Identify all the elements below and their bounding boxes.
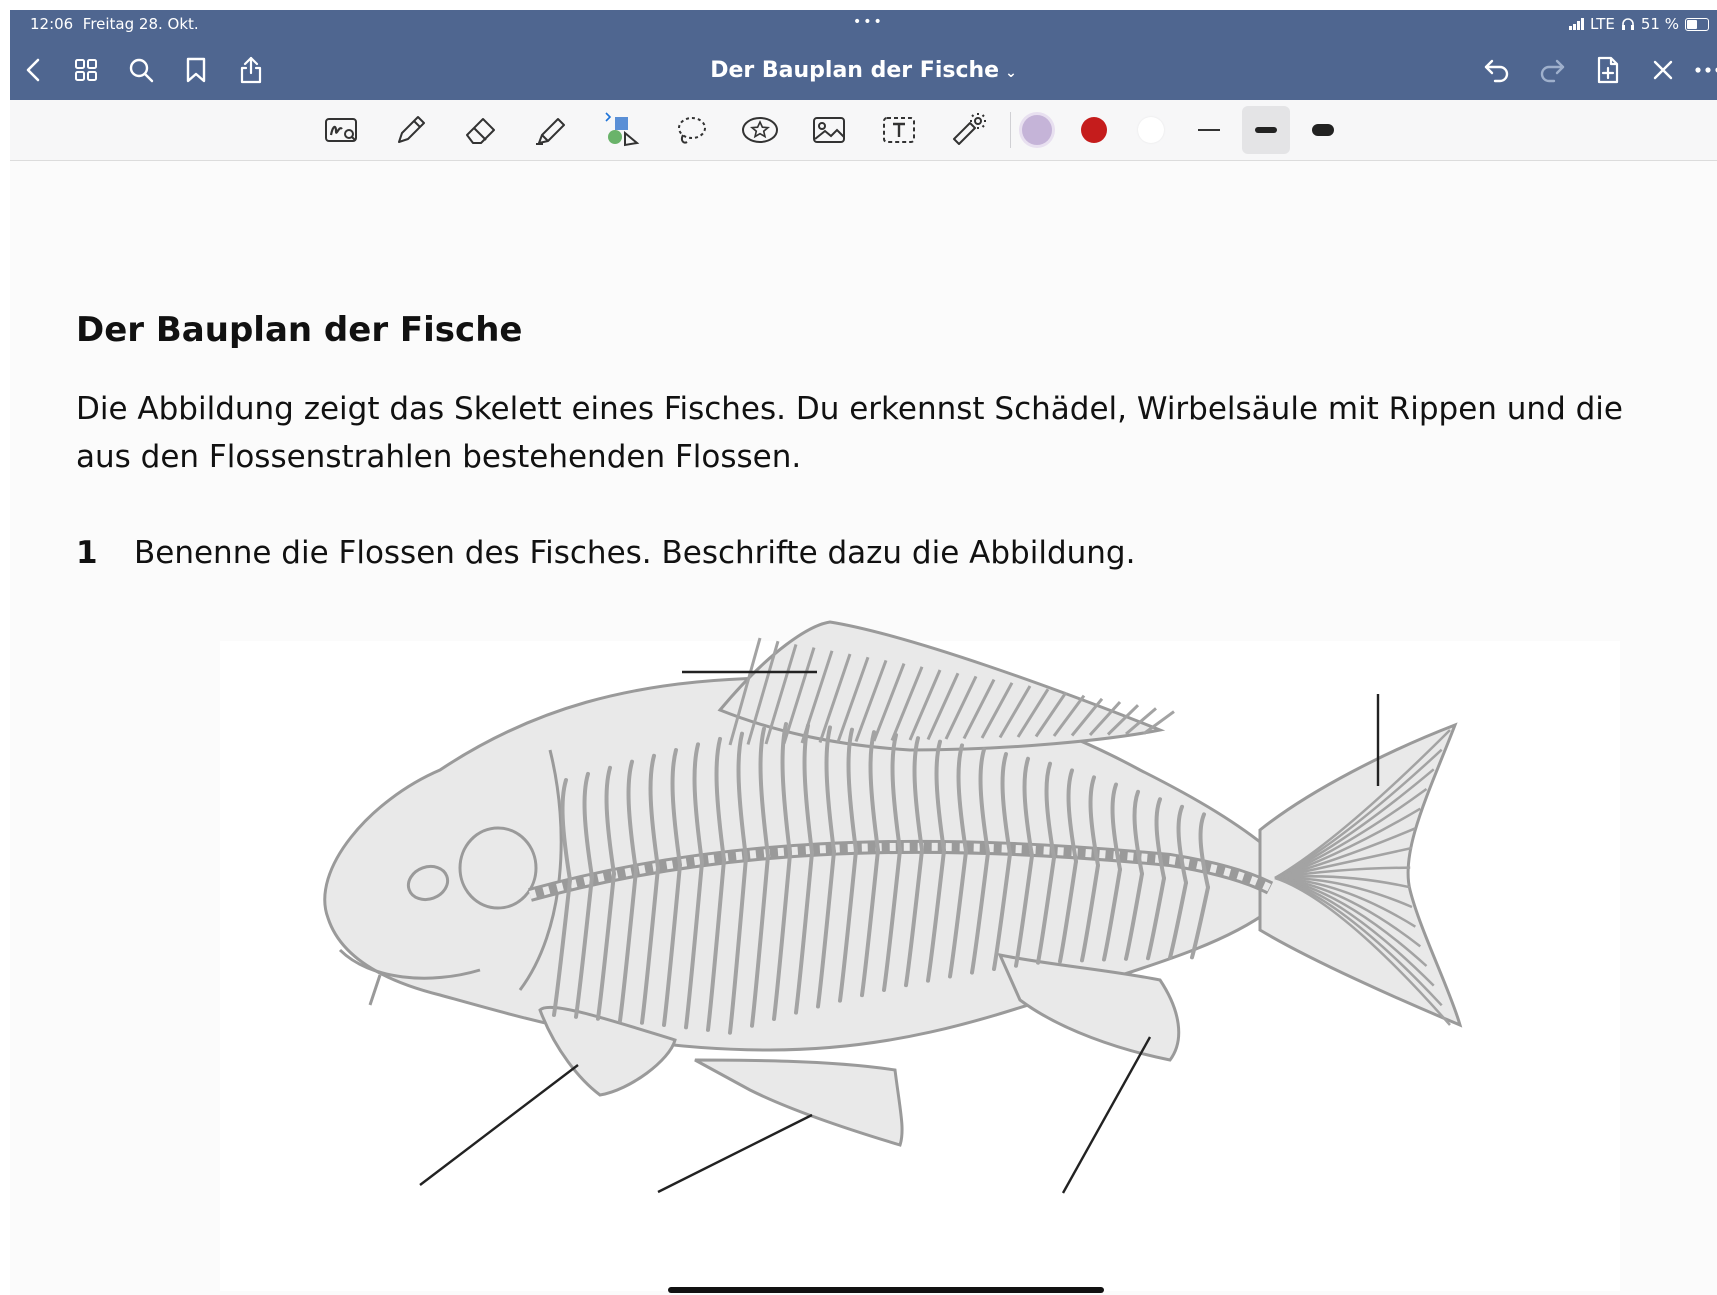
ipad-screen: 12:06 Freitag 28. Okt. ••• LTE 51 % Der … [10,10,1717,1295]
fish-skeleton-illustration [323,620,1463,1194]
home-indicator[interactable] [668,1287,1104,1293]
